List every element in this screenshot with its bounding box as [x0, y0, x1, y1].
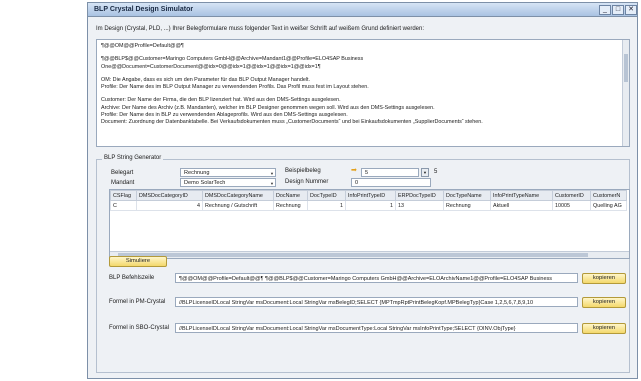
- grid-cell: C: [110, 200, 137, 211]
- minimize-button[interactable]: _: [599, 5, 611, 15]
- column-header[interactable]: CustomerN: [590, 190, 627, 201]
- column-header[interactable]: CustomerID: [552, 190, 591, 201]
- maximize-button[interactable]: □: [612, 5, 624, 15]
- mandant-label: Mandant: [111, 180, 135, 186]
- column-header[interactable]: DocName: [273, 190, 308, 201]
- text-line: Document: Zuordnung der Datenbanktabelle…: [101, 119, 483, 126]
- horizontal-scrollbar[interactable]: [110, 251, 629, 258]
- column-header[interactable]: DocTypeID: [307, 190, 346, 201]
- grid-cell: 4: [136, 200, 203, 211]
- window-title: BLP Crystal Design Simulator: [94, 6, 194, 13]
- grid-cell: Quelling AG: [590, 200, 627, 211]
- text-line: Customer: Der Name der Firma, die den BL…: [101, 97, 341, 104]
- befehlszeile-field[interactable]: ¶@@OM@@Profile=Default@@¶ ¶@@BLP$@@Custo…: [175, 273, 578, 283]
- grid-cell: 13: [395, 200, 444, 211]
- copy-sbocrystal-button[interactable]: kopieren: [582, 323, 626, 334]
- column-header[interactable]: CSFlag: [110, 190, 137, 201]
- column-header[interactable]: InfoPrintTypeName: [490, 190, 553, 201]
- beispielbeleg-field[interactable]: 5: [361, 168, 419, 177]
- table-row[interactable]: C 4 Rechnung / Gutschrift Rechnung 1 1 1…: [110, 200, 627, 211]
- grid-cell: Rechnung: [273, 200, 308, 211]
- text-line: One@@Document=CustomerDocument@@idx=0@@i…: [101, 63, 321, 70]
- simulator-window: BLP Crystal Design Simulator _ □ ✕ Im De…: [87, 2, 638, 379]
- close-button[interactable]: ✕: [625, 5, 637, 15]
- grid-cell: 1: [345, 200, 396, 211]
- text-line: Profile: Der Name des im BLP Output Mana…: [101, 84, 369, 91]
- link-arrow-icon[interactable]: ➡: [351, 166, 357, 174]
- grid-header-row: CSFlag DMSDocCategoryID DMSDocCategoryNa…: [110, 190, 627, 201]
- title-bar: BLP Crystal Design Simulator _ □ ✕: [88, 3, 637, 17]
- grid-cell: Aktuell: [490, 200, 553, 211]
- sbocrystal-field[interactable]: //BLPLicenseIDLocal StringVar msDocument…: [175, 323, 578, 333]
- intro-text: Im Design (Crystal, PLD, ...) Ihrer Bele…: [96, 26, 425, 32]
- chevron-down-icon[interactable]: ▼: [421, 168, 429, 177]
- beispielbeleg-label: Beispielbeleg: [285, 168, 321, 174]
- copy-befehlszeile-button[interactable]: kopieren: [582, 273, 626, 284]
- text-line: Profile: Der Name des in BLP zu verwende…: [101, 112, 348, 119]
- pmcrystal-field[interactable]: //BLPLicenseIDLocal StringVar msDocument…: [175, 297, 578, 307]
- column-header[interactable]: InfoPrintTypeID: [345, 190, 396, 201]
- grid-cell: Rechnung: [443, 200, 491, 211]
- vertical-scrollbar[interactable]: [622, 40, 629, 146]
- group-label: BLP String Generator: [102, 155, 164, 161]
- chevron-down-icon: ▼: [270, 171, 274, 176]
- column-header[interactable]: DMSDocCategoryID: [136, 190, 203, 201]
- belegart-label: Belegart: [111, 170, 134, 176]
- belegart-select[interactable]: Rechnung ▼: [180, 168, 276, 177]
- pmcrystal-label: Formel in PM-Crystal: [109, 299, 166, 305]
- grid-cell: 10005: [552, 200, 591, 211]
- simulate-button[interactable]: Simuliere: [109, 256, 167, 267]
- beispielbeleg-count: 5: [434, 169, 438, 175]
- documents-grid[interactable]: CSFlag DMSDocCategoryID DMSDocCategoryNa…: [109, 189, 630, 259]
- design-text-area[interactable]: ¶@@OM@@Profile=Default@@¶ ¶@@BLP$@@Custo…: [96, 39, 630, 147]
- column-header[interactable]: DMSDocCategoryName: [202, 190, 274, 201]
- grid-cell: 1: [307, 200, 346, 211]
- grid-table: CSFlag DMSDocCategoryID DMSDocCategoryNa…: [110, 190, 627, 211]
- copy-pmcrystal-button[interactable]: kopieren: [582, 297, 626, 308]
- column-header[interactable]: DocTypeName: [443, 190, 491, 201]
- text-line: Archive: Der Name des Archiv (z.B. Manda…: [101, 104, 435, 111]
- design-nummer-field[interactable]: 0: [351, 178, 431, 187]
- chevron-down-icon: ▼: [270, 181, 274, 186]
- text-line: OM: Die Angabe, dass es sich um den Para…: [101, 76, 311, 83]
- column-header[interactable]: ERPDocTypeID: [395, 190, 444, 201]
- befehlszeile-label: BLP Befehlszeile: [109, 275, 155, 281]
- design-nummer-label: Design Nummer: [285, 179, 329, 185]
- mandant-select[interactable]: Demo SolarTech ▼: [180, 178, 276, 187]
- sbocrystal-label: Formel in SBO-Crystal: [109, 325, 170, 331]
- text-line: ¶@@BLP$@@Customer=Maringo Computers GmbH…: [101, 56, 364, 63]
- grid-cell: Rechnung / Gutschrift: [202, 200, 274, 211]
- text-line: ¶@@OM@@Profile=Default@@¶: [101, 43, 184, 49]
